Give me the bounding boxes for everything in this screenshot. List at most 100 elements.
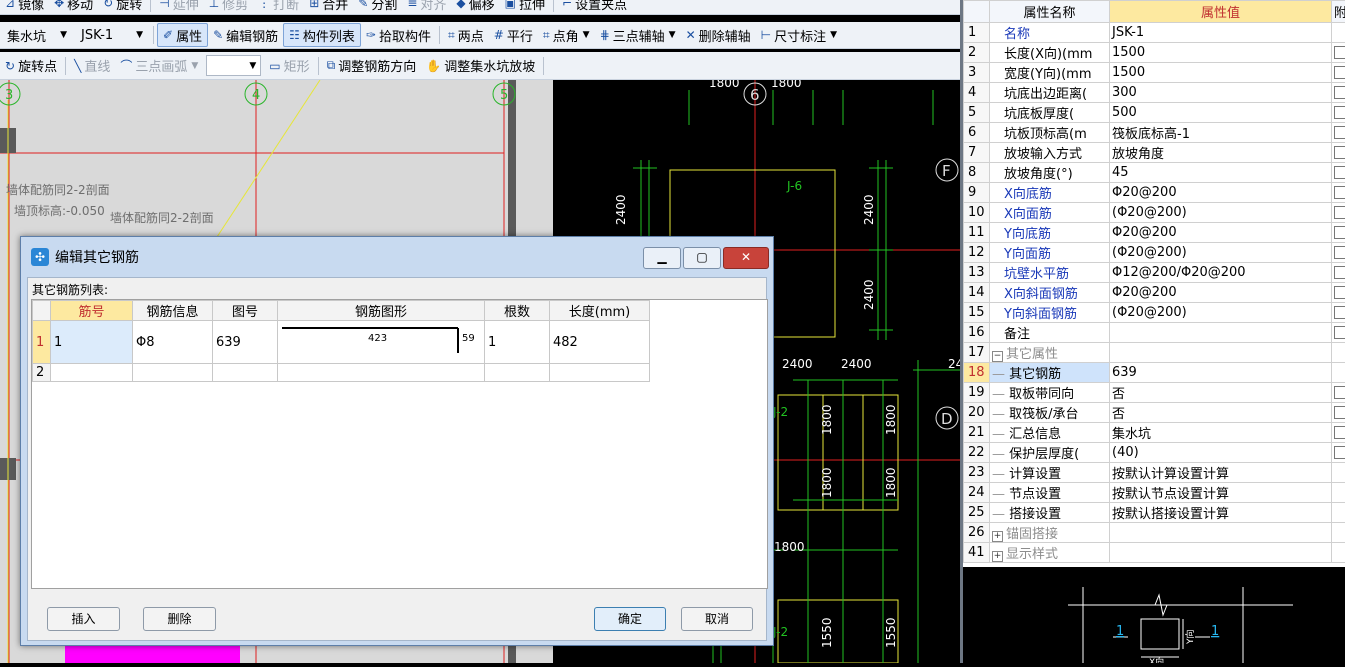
break-button[interactable]: ⋮打断 [253, 0, 304, 14]
rebar-shape-cell[interactable] [278, 364, 485, 382]
attach-checkbox[interactable] [1334, 246, 1345, 259]
property-value[interactable]: 300 [1110, 83, 1332, 103]
three-point-axis-button[interactable]: ⋕三点辅轴▼ [595, 24, 681, 46]
property-value[interactable] [1110, 543, 1332, 563]
stretch-button[interactable]: ▣拉伸 [500, 0, 550, 14]
property-value[interactable]: Φ20@200 [1110, 183, 1332, 203]
property-row[interactable]: 13坑壁水平筋Φ12@200/Φ20@200 [964, 263, 1345, 283]
attach-checkbox[interactable] [1334, 226, 1345, 239]
property-row[interactable]: 26+锚固搭接 [964, 523, 1345, 543]
adjust-pit-slope-button[interactable]: ✋调整集水坑放坡 [421, 55, 540, 77]
attach-checkbox[interactable] [1334, 86, 1345, 99]
property-row[interactable]: 6坑板顶标高(m筏板底标高-1 [964, 123, 1345, 143]
attach-checkbox[interactable] [1334, 186, 1345, 199]
rotate-button[interactable]: ↻旋转 [98, 0, 147, 14]
attach-checkbox[interactable] [1334, 126, 1345, 139]
property-row[interactable]: 5坑底板厚度(500 [964, 103, 1345, 123]
count-cell[interactable] [485, 364, 550, 382]
delete-button[interactable]: 删除 [143, 607, 216, 631]
attach-checkbox[interactable] [1334, 446, 1345, 459]
attach-checkbox[interactable] [1334, 406, 1345, 419]
rebar-info-cell[interactable] [133, 364, 213, 382]
property-value[interactable] [1110, 343, 1332, 363]
trim-button[interactable]: ⊥修剪 [204, 0, 253, 14]
property-value[interactable]: 按默认节点设置计算 [1110, 483, 1332, 503]
property-row[interactable]: 21— 汇总信息集水坑 [964, 423, 1345, 443]
property-row[interactable]: 16备注 [964, 323, 1345, 343]
property-row[interactable]: 12Y向面筋(Φ20@200) [964, 243, 1345, 263]
count-cell[interactable]: 1 [485, 321, 550, 364]
property-row[interactable]: 8放坡角度(°)45 [964, 163, 1345, 183]
property-value[interactable]: 按默认计算设置计算 [1110, 463, 1332, 483]
property-value[interactable]: Φ12@200/Φ20@200 [1110, 263, 1332, 283]
property-row[interactable]: 20— 取筏板/承台否 [964, 403, 1345, 423]
property-value[interactable]: (Φ20@200) [1110, 303, 1332, 323]
attach-checkbox[interactable] [1334, 286, 1345, 299]
property-row[interactable]: 23— 计算设置按默认计算设置计算 [964, 463, 1345, 483]
element-name-select[interactable]: JSK-1▼ [77, 26, 147, 45]
property-value[interactable]: 639 [1110, 363, 1332, 383]
property-value[interactable]: (40) [1110, 443, 1332, 463]
length-cell[interactable] [550, 364, 650, 382]
attach-checkbox[interactable] [1334, 426, 1345, 439]
set-grip-button[interactable]: ⌐设置夹点 [557, 0, 632, 14]
property-value[interactable]: 否 [1110, 403, 1332, 423]
property-value[interactable]: 放坡角度 [1110, 143, 1332, 163]
attach-checkbox[interactable] [1334, 146, 1345, 159]
property-row[interactable]: 25— 搭接设置按默认搭接设置计算 [964, 503, 1345, 523]
property-value[interactable]: Φ20@200 [1110, 223, 1332, 243]
rebar-info-cell[interactable]: Φ8 [133, 321, 213, 364]
two-point-axis-button[interactable]: ⌗两点 [443, 24, 489, 46]
maximize-button[interactable]: ▢ [683, 247, 721, 269]
draw-mode-select[interactable]: ▼ [206, 55, 261, 76]
cancel-button[interactable]: 取消 [681, 607, 753, 631]
mirror-button[interactable]: ⊿镜像 [0, 0, 49, 14]
rebar-shape-cell[interactable]: 423 59 [278, 321, 485, 364]
property-row[interactable]: 24— 节点设置按默认节点设置计算 [964, 483, 1345, 503]
expand-icon[interactable]: + [992, 531, 1003, 542]
property-value[interactable]: (Φ20@200) [1110, 203, 1332, 223]
delete-axis-button[interactable]: ✕删除辅轴 [681, 24, 756, 46]
collapse-icon[interactable]: − [992, 351, 1003, 362]
split-button[interactable]: ✎分割 [353, 0, 402, 14]
table-row[interactable]: 2 [33, 364, 650, 382]
attach-checkbox[interactable] [1334, 326, 1345, 339]
property-row[interactable]: 3宽度(Y向)(mm1500 [964, 63, 1345, 83]
rectangle-button[interactable]: ▭矩形 [264, 55, 314, 77]
property-row[interactable]: 17−其它属性 [964, 343, 1345, 363]
property-row[interactable]: 10X向面筋(Φ20@200) [964, 203, 1345, 223]
attach-checkbox[interactable] [1334, 66, 1345, 79]
property-value[interactable]: JSK-1 [1110, 23, 1332, 43]
bar-no-cell[interactable]: 1 [51, 321, 133, 364]
property-row[interactable]: 22— 保护层厚度((40) [964, 443, 1345, 463]
property-row[interactable]: 9X向底筋Φ20@200 [964, 183, 1345, 203]
property-row[interactable]: 1名称JSK-1 [964, 23, 1345, 43]
ok-button[interactable]: 确定 [594, 607, 666, 631]
extend-button[interactable]: ⊣延伸 [154, 0, 203, 14]
property-value[interactable] [1110, 523, 1332, 543]
attach-checkbox[interactable] [1334, 386, 1345, 399]
minimize-button[interactable]: ▁ [643, 247, 681, 269]
close-button[interactable]: ✕ [723, 247, 769, 269]
component-list-button[interactable]: ☷构件列表 [283, 23, 361, 47]
merge-button[interactable]: ⊞合并 [304, 0, 353, 14]
property-row[interactable]: 19— 取板带同向否 [964, 383, 1345, 403]
offset-button[interactable]: ◆偏移 [451, 0, 499, 14]
property-value[interactable]: 500 [1110, 103, 1332, 123]
line-button[interactable]: ╲直线 [69, 55, 115, 77]
shape-dim-side[interactable]: 59 [462, 333, 475, 344]
property-value[interactable]: (Φ20@200) [1110, 243, 1332, 263]
property-row[interactable]: 18— 其它钢筋639 [964, 363, 1345, 383]
property-value[interactable]: 按默认搭接设置计算 [1110, 503, 1332, 523]
move-button[interactable]: ✥移动 [49, 0, 98, 14]
property-value[interactable]: 筏板底标高-1 [1110, 123, 1332, 143]
property-row[interactable]: 4坑底出边距离(300 [964, 83, 1345, 103]
property-row[interactable]: 14X向斜面钢筋Φ20@200 [964, 283, 1345, 303]
shape-dim-main[interactable]: 423 [368, 333, 387, 344]
property-row[interactable]: 2长度(X向)(mm1500 [964, 43, 1345, 63]
property-value[interactable]: Φ20@200 [1110, 283, 1332, 303]
rotate-point-button[interactable]: ↻旋转点 [0, 55, 62, 77]
table-row[interactable]: 1 1 Φ8 639 423 59 1 482 [33, 321, 650, 364]
three-point-arc-button[interactable]: ⌒三点画弧▼ [115, 55, 203, 77]
attach-checkbox[interactable] [1334, 106, 1345, 119]
